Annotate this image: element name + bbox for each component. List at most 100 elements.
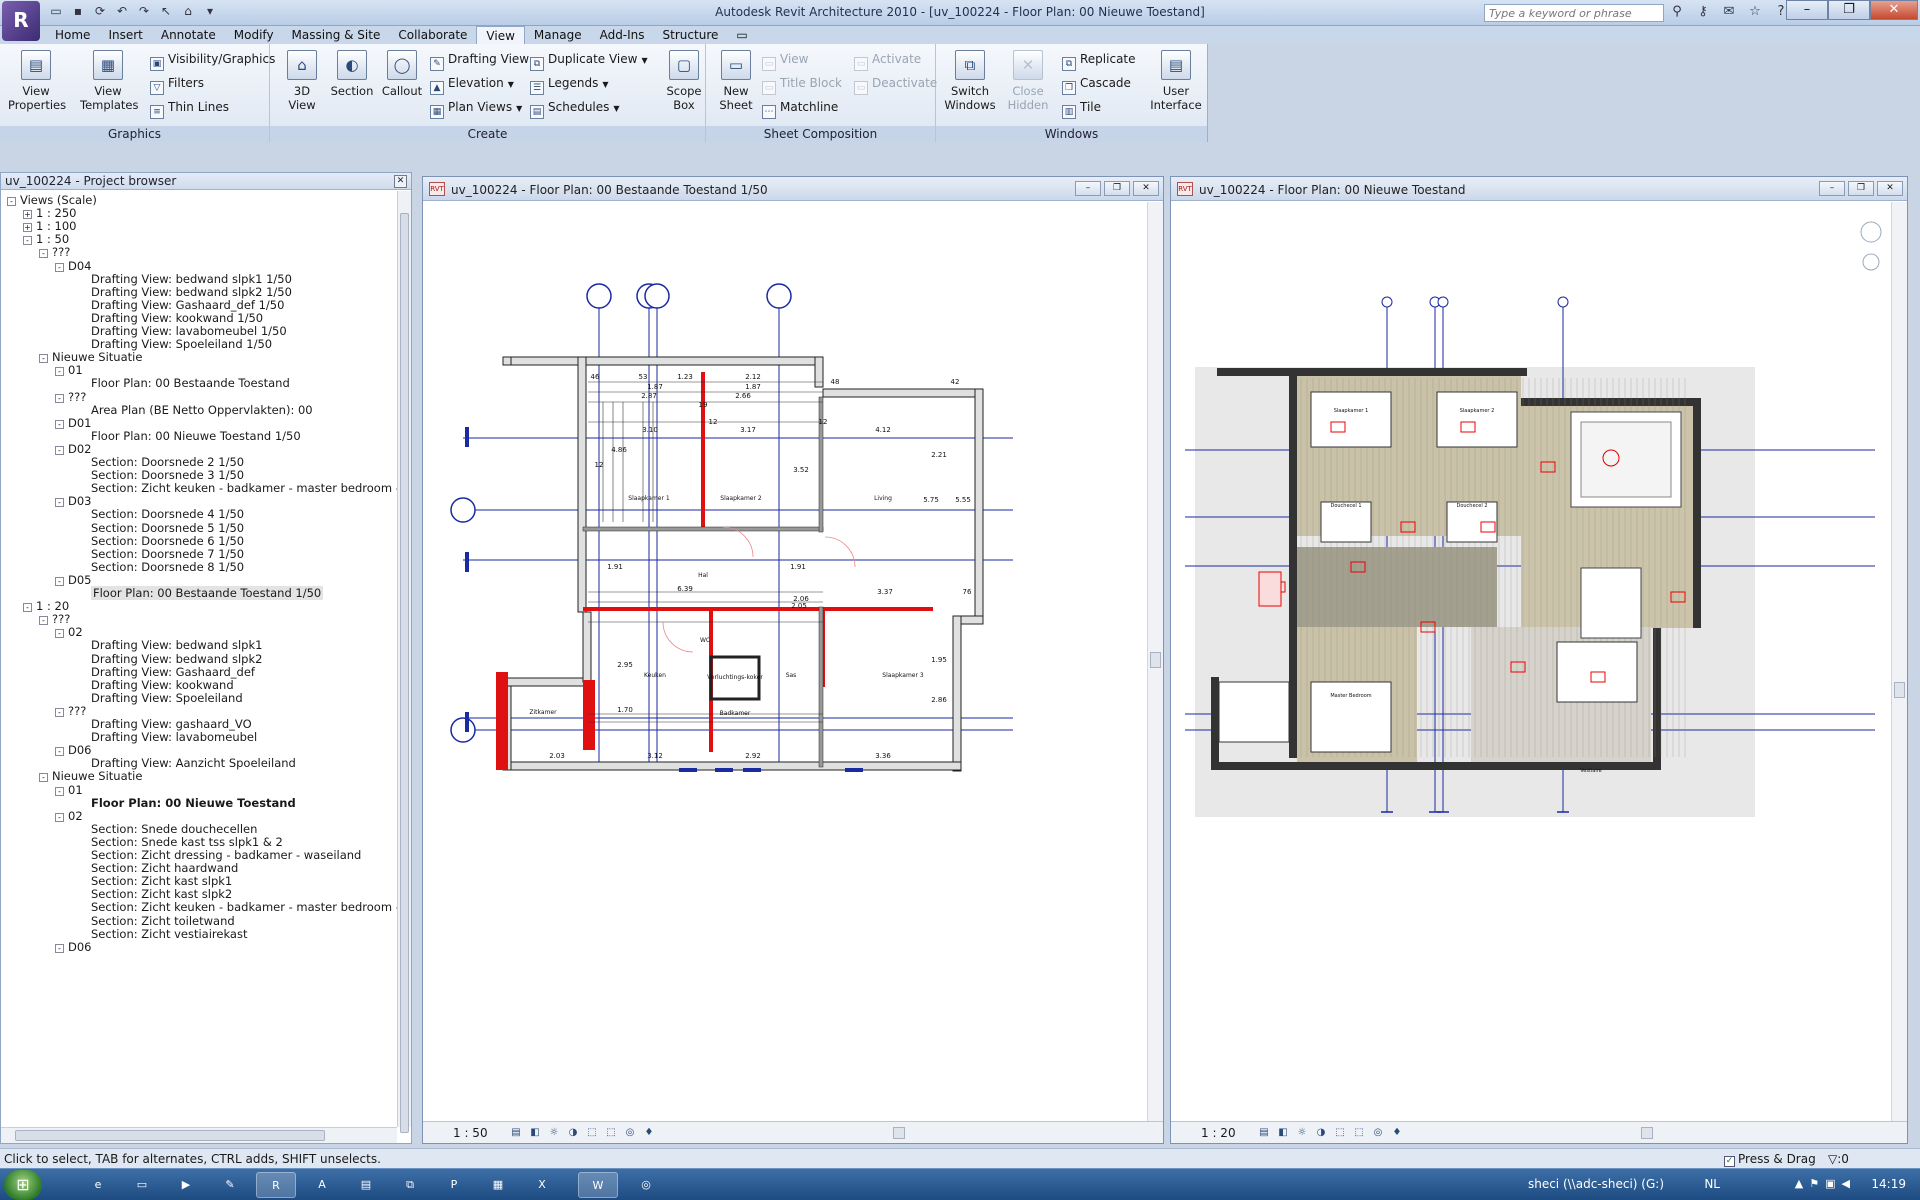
network-icon[interactable]: ▣	[1825, 1177, 1835, 1190]
tree-view-item[interactable]: Section: Zicht vestiairekast	[91, 926, 247, 942]
detail-level-icon[interactable]: ▤	[1257, 1126, 1271, 1139]
collapse-icon[interactable]: -	[39, 354, 48, 364]
horizontal-scroll-thumb[interactable]	[1641, 1127, 1653, 1139]
collapse-icon[interactable]: -	[55, 393, 64, 403]
collapse-icon[interactable]: -	[23, 603, 32, 613]
cascade-button[interactable]: ❐ Cascade	[1062, 74, 1131, 95]
restore-button[interactable]: ❐	[1848, 181, 1874, 196]
sun-path-icon[interactable]: ☼	[1295, 1126, 1309, 1139]
temporary-hide-icon[interactable]: ◎	[623, 1126, 637, 1139]
tree-folder[interactable]: -01	[55, 362, 83, 378]
collapse-icon[interactable]: -	[55, 498, 64, 508]
star-icon[interactable]: ☆	[1746, 3, 1764, 21]
paint-icon[interactable]: ✎	[210, 1172, 250, 1198]
word-icon[interactable]: W	[578, 1172, 618, 1198]
restore-button[interactable]: ❐	[1104, 181, 1130, 196]
tree-view-item[interactable]: Drafting View: lavabomeubel	[91, 729, 257, 745]
tab-structure[interactable]: Structure	[654, 26, 728, 44]
scroll-thumb[interactable]	[1150, 652, 1161, 668]
vertical-scrollbar[interactable]	[1891, 202, 1907, 1121]
view-properties-button[interactable]: ▤ View Properties	[8, 50, 66, 112]
reveal-hidden-icon[interactable]: ♦	[1390, 1126, 1404, 1139]
internet-explorer-icon[interactable]: e	[78, 1172, 118, 1198]
tab-modify[interactable]: Modify	[225, 26, 283, 44]
revit-taskbar-icon[interactable]: R	[256, 1172, 296, 1198]
tab-massing-site[interactable]: Massing & Site	[283, 26, 390, 44]
search-input[interactable]: Type a keyword or phrase	[1484, 4, 1664, 22]
tree-folder[interactable]: - D05	[55, 572, 92, 588]
close-button[interactable]: ✕	[1870, 0, 1918, 20]
volume-icon[interactable]: ◀	[1842, 1177, 1850, 1190]
tree-view-item[interactable]: Floor Plan: 00 Nieuwe Toestand 1/50	[91, 428, 301, 444]
tab-home[interactable]: Home	[46, 26, 99, 44]
show-crop-icon[interactable]: ⬚	[604, 1126, 618, 1139]
horizontal-scroll-thumb[interactable]	[893, 1127, 905, 1139]
tree-view-item[interactable]: Drafting View: Spoeleiland	[91, 690, 243, 706]
collapse-icon[interactable]: -	[55, 419, 64, 429]
crop-region-icon[interactable]: ⬚	[1333, 1126, 1347, 1139]
communication-icon[interactable]: ✉	[1720, 3, 1738, 21]
section-button[interactable]: ◐ Section	[324, 50, 380, 98]
restore-button[interactable]: ❐	[1828, 0, 1870, 20]
browser-vertical-scrollbar[interactable]	[397, 191, 411, 1133]
press-drag-toggle[interactable]: ✓ Press & Drag	[1724, 1152, 1816, 1167]
tree-view-item[interactable]: Floor Plan: 00 Bestaande Toestand	[91, 375, 290, 391]
tree-folder[interactable]: - D06	[55, 742, 92, 758]
crop-region-icon[interactable]: ⬚	[585, 1126, 599, 1139]
collapse-icon[interactable]: -	[55, 786, 64, 796]
view-scale[interactable]: 1 : 50	[453, 1126, 488, 1140]
collapse-icon[interactable]: -	[55, 262, 64, 272]
callout-button[interactable]: ◯ Callout	[374, 50, 430, 98]
activate-button[interactable]: ▭ Activate	[854, 50, 921, 71]
checkbox-icon[interactable]: ✓	[1724, 1156, 1735, 1167]
explorer-folder-icon[interactable]: ▭	[122, 1172, 162, 1198]
vertical-scrollbar[interactable]	[1147, 202, 1163, 1121]
view-scale[interactable]: 1 : 20	[1201, 1126, 1236, 1140]
tab-manage[interactable]: Manage	[525, 26, 591, 44]
plan-views-button[interactable]: ▦ Plan Views ▼	[430, 98, 522, 119]
collapse-icon[interactable]: -	[55, 943, 64, 953]
drawing-canvas[interactable]: 46 53 1.23 2.12 1.87 1.87 2.87 2.66 3.10 3.17 4.12…	[423, 202, 1147, 1121]
collapse-icon[interactable]: -	[39, 249, 48, 259]
collapse-icon[interactable]: -	[39, 773, 48, 783]
tab-collaborate[interactable]: Collaborate	[389, 26, 476, 44]
show-crop-icon[interactable]: ⬚	[1352, 1126, 1366, 1139]
tree-folder[interactable]: - D03	[55, 493, 92, 509]
calculator-icon[interactable]: ▦	[478, 1172, 518, 1198]
shadows-icon[interactable]: ◑	[1314, 1126, 1328, 1139]
collapse-icon[interactable]: -	[55, 747, 64, 757]
3d-view-button[interactable]: ⌂ 3D View	[274, 50, 330, 112]
application-menu-button[interactable]: R	[2, 1, 40, 41]
shadows-icon[interactable]: ◑	[566, 1126, 580, 1139]
collapse-icon[interactable]: -	[55, 576, 64, 586]
binoculars-icon[interactable]: ⚲	[1668, 3, 1686, 21]
media-player-icon[interactable]: ▶	[166, 1172, 206, 1198]
ribbon-minimize-icon[interactable]: ▭	[727, 26, 756, 44]
clock[interactable]: 14:19	[1871, 1177, 1906, 1191]
tree-folder[interactable]: -02	[55, 808, 83, 824]
tab-annotate[interactable]: Annotate	[152, 26, 225, 44]
floor-plan-existing[interactable]: 46 53 1.23 2.121.87 1.872.87 2.663.10 3.17 4.12…	[423, 202, 1147, 1121]
place-view-button[interactable]: ▭ View	[762, 50, 808, 71]
tree-folder[interactable]: -01	[55, 782, 83, 798]
view-templates-button[interactable]: ▦ View Templates	[80, 50, 138, 112]
collapse-icon[interactable]: -	[7, 197, 16, 206]
collapse-icon[interactable]: -	[55, 629, 64, 639]
close-icon[interactable]: ✕	[394, 175, 407, 188]
temporary-hide-icon[interactable]: ◎	[1371, 1126, 1385, 1139]
tab-insert[interactable]: Insert	[99, 26, 151, 44]
drawing-canvas[interactable]: Slaapkamer 1 Slaapkamer 2 Douchecel 1 Douch…	[1171, 202, 1891, 1121]
model-graphics-style-icon[interactable]: ◧	[1276, 1126, 1290, 1139]
tree-view-item[interactable]: Floor Plan: 00 Bestaande Toestand 1/50	[91, 585, 324, 601]
tree-folder[interactable]: - D02	[55, 441, 92, 457]
language-indicator[interactable]: NL	[1704, 1177, 1720, 1191]
schedules-button[interactable]: ▤ Schedules ▼	[530, 98, 620, 119]
reveal-hidden-icon[interactable]: ♦	[642, 1126, 656, 1139]
start-button[interactable]: ⊞	[4, 1170, 42, 1200]
misc-app-icon[interactable]: ◎	[626, 1172, 666, 1198]
minimize-button[interactable]: –	[1786, 0, 1828, 20]
flag-icon[interactable]: ⚑	[1809, 1177, 1819, 1190]
duplicate-view-button[interactable]: ⧉ Duplicate View ▼	[530, 50, 648, 71]
browser-horizontal-scrollbar[interactable]	[1, 1127, 397, 1143]
close-hidden-button[interactable]: ✕ Close Hidden	[1000, 50, 1056, 112]
